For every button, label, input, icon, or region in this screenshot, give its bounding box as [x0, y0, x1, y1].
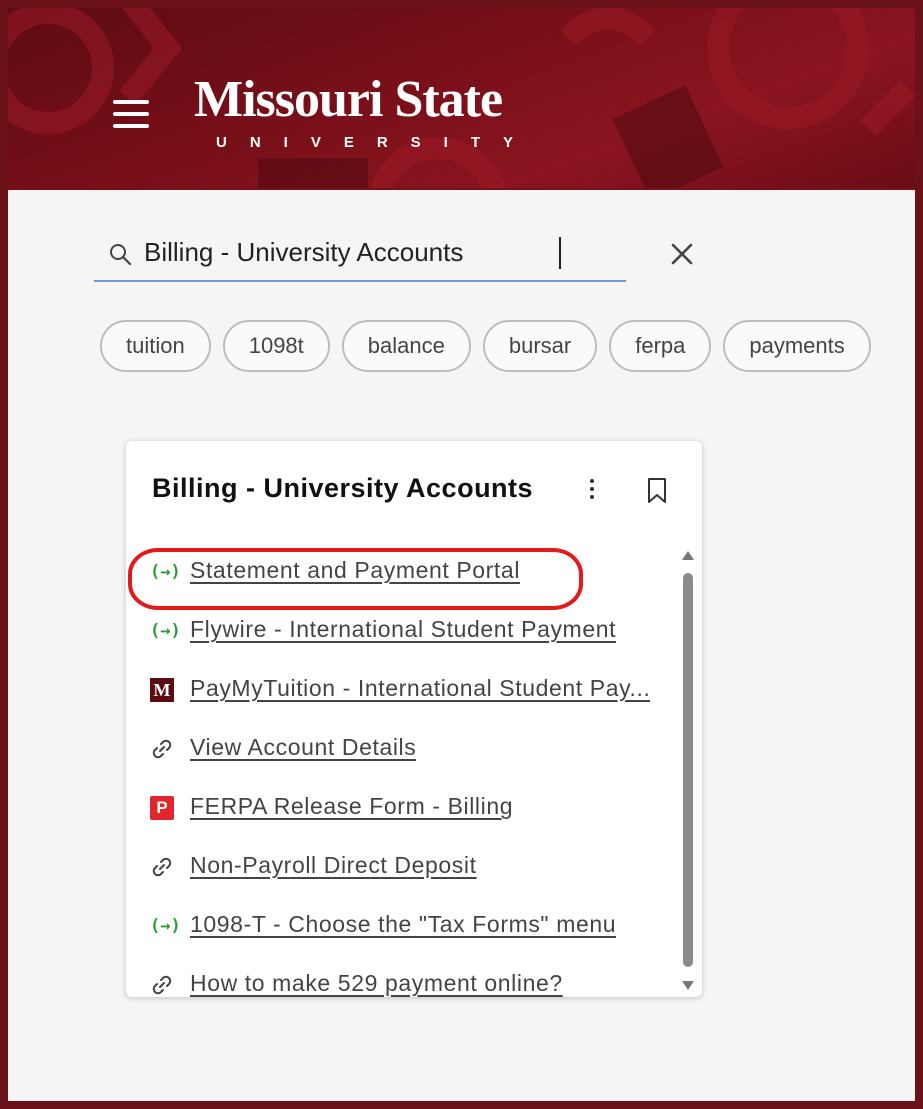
link-1098t-tax-forms[interactable]: 1098-T - Choose the "Tax Forms" menu [190, 911, 616, 938]
chip-ferpa[interactable]: ferpa [609, 320, 712, 372]
link-flywire[interactable]: Flywire - International Student Payment [190, 616, 616, 643]
suggestion-chips: tuition 1098t balance bursar ferpa payments [100, 320, 883, 372]
billing-card: Billing - University Accounts (→) Statem… [126, 441, 702, 997]
search-input[interactable] [144, 234, 564, 270]
chip-balance[interactable]: balance [341, 320, 471, 372]
list-item: P FERPA Release Form - Billing [126, 779, 666, 838]
missouri-state-m-icon: M [150, 678, 174, 702]
more-options-icon[interactable] [586, 477, 598, 503]
link-view-account-details[interactable]: View Account Details [190, 734, 416, 761]
bookmark-icon[interactable] [646, 477, 668, 505]
external-app-icon: (→) [150, 916, 181, 936]
list-item: How to make 529 payment online? [126, 956, 666, 997]
card-scrollbar[interactable] [680, 549, 696, 993]
link-non-payroll-direct-deposit[interactable]: Non-Payroll Direct Deposit [190, 852, 477, 879]
link-529-payment-online[interactable]: How to make 529 payment online? [190, 970, 563, 997]
chip-bursar[interactable]: bursar [482, 320, 598, 372]
scroll-down-arrow-icon[interactable] [682, 981, 694, 990]
list-item: (→) Statement and Payment Portal [126, 543, 666, 602]
list-item: M PayMyTuition - International Student P… [126, 661, 666, 720]
list-item: View Account Details [126, 720, 666, 779]
link-icon [152, 975, 172, 995]
list-item: (→) 1098-T - Choose the "Tax Forms" menu [126, 897, 666, 956]
pdf-icon: P [150, 796, 174, 820]
logo-subtitle: UNIVERSITY [216, 134, 537, 151]
chip-payments[interactable]: payments [723, 320, 871, 372]
link-ferpa-release-form[interactable]: FERPA Release Form - Billing [190, 793, 513, 820]
chip-1098t[interactable]: 1098t [222, 320, 330, 372]
text-caret [559, 237, 561, 269]
list-item: Non-Payroll Direct Deposit [126, 838, 666, 897]
external-app-icon: (→) [150, 562, 181, 582]
scrollbar-thumb[interactable] [683, 573, 693, 967]
menu-button[interactable] [113, 98, 151, 130]
chip-tuition[interactable]: tuition [100, 320, 211, 372]
close-icon[interactable] [668, 240, 696, 268]
app-frame: Missouri State UNIVERSITY tuition1098tba… [0, 0, 923, 1109]
external-app-icon: (→) [150, 621, 181, 641]
search-icon [110, 244, 132, 266]
search-bar [94, 220, 693, 282]
link-icon [152, 857, 172, 877]
link-icon [152, 739, 172, 759]
logo-wordmark[interactable]: Missouri State [194, 70, 503, 129]
list-item: (→) Flywire - International Student Paym… [126, 602, 666, 661]
card-link-list: (→) Statement and Payment Portal (→) Fly… [126, 543, 666, 997]
card-title: Billing - University Accounts [152, 473, 534, 503]
link-paymytuition[interactable]: PayMyTuition - International Student Pay… [190, 675, 650, 702]
link-statement-payment-portal[interactable]: Statement and Payment Portal [190, 557, 520, 584]
site-header: Missouri State UNIVERSITY [8, 8, 915, 190]
scroll-up-arrow-icon[interactable] [682, 551, 694, 560]
